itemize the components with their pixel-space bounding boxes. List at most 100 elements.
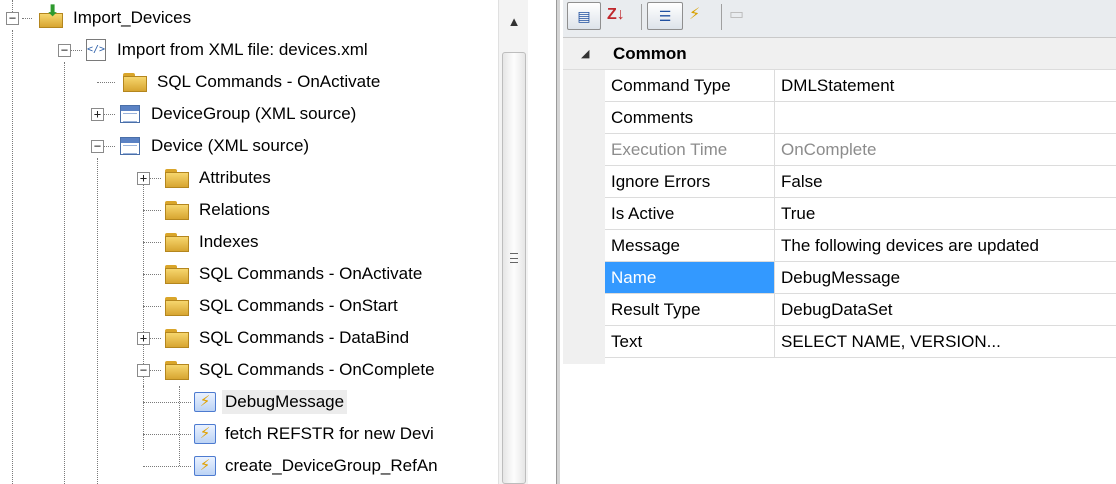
property-name: Ignore Errors xyxy=(605,166,775,197)
folder-icon xyxy=(122,71,148,93)
sort-alphabetical-icon[interactable]: Z↓ xyxy=(607,0,625,30)
tree-item-label: DebugMessage xyxy=(222,390,348,414)
tree-connector xyxy=(97,158,98,484)
categorized-view-button[interactable]: ▤ xyxy=(567,2,601,30)
tree-item-label: Import from XML file: devices.xml xyxy=(117,40,368,59)
tree-connector xyxy=(143,386,144,450)
category-label: Common xyxy=(613,44,687,63)
folder-icon xyxy=(164,359,190,381)
sql-command-icon: ⚡ xyxy=(194,456,216,476)
property-row[interactable]: Execution Time OnComplete xyxy=(605,134,1116,166)
tree-item-indexes[interactable]: Indexes xyxy=(164,226,262,258)
table-icon xyxy=(120,105,140,123)
xml-file-icon: </> xyxy=(86,39,106,61)
collapse-toggle[interactable]: − xyxy=(58,44,71,57)
scrollbar-thumb[interactable] xyxy=(502,52,526,484)
property-value[interactable]: DebugMessage xyxy=(776,262,1116,293)
property-grid-margin xyxy=(563,38,605,364)
tree-item-label: SQL Commands - OnActivate xyxy=(199,264,423,283)
property-name: Is Active xyxy=(605,198,775,229)
property-name: Text xyxy=(605,326,775,357)
property-name: Result Type xyxy=(605,294,775,325)
tree-item-label: create_DeviceGroup_RefAn xyxy=(225,456,438,475)
tree-connector xyxy=(143,210,161,211)
tree-item-attributes[interactable]: Attributes xyxy=(164,162,274,194)
property-value[interactable]: SELECT NAME, VERSION... xyxy=(776,326,1116,357)
tree-item-sql-databind[interactable]: SQL Commands - DataBind xyxy=(164,322,412,354)
property-value[interactable] xyxy=(776,102,1116,133)
folder-icon xyxy=(164,295,190,317)
tree-item-device[interactable]: Device (XML source) xyxy=(118,130,312,162)
tree-connector xyxy=(143,306,161,307)
expand-toggle[interactable]: + xyxy=(137,172,150,185)
property-row[interactable]: Result Type DebugDataSet xyxy=(605,294,1116,326)
toolbar-separator xyxy=(641,4,642,30)
property-row[interactable]: Is Active True xyxy=(605,198,1116,230)
property-grid-empty-area xyxy=(563,364,1116,484)
scroll-up-arrow-icon[interactable]: ▲ xyxy=(499,0,529,44)
collapse-triangle-icon[interactable]: ◢ xyxy=(581,38,589,70)
tree-scrollbar[interactable]: ▲ xyxy=(498,0,528,484)
property-pages-icon[interactable]: ▭ xyxy=(729,0,744,30)
property-row[interactable]: Ignore Errors False xyxy=(605,166,1116,198)
property-row[interactable]: Message The following devices are update… xyxy=(605,230,1116,262)
collapse-toggle[interactable]: − xyxy=(91,140,104,153)
tree-connector xyxy=(143,242,161,243)
tree-item-label: Device (XML source) xyxy=(151,136,310,155)
property-value[interactable]: The following devices are updated xyxy=(776,230,1116,261)
tree-item-relations[interactable]: Relations xyxy=(164,194,273,226)
property-row[interactable]: Comments xyxy=(605,102,1116,134)
folder-icon xyxy=(164,199,190,221)
tree-connector xyxy=(64,62,65,484)
tree-view[interactable]: − − + − + + − ⬇ Import_Devices </> Impor… xyxy=(0,0,496,484)
tree-item-debugmessage[interactable]: ⚡ DebugMessage xyxy=(192,386,348,418)
tree-connector xyxy=(143,402,191,403)
folder-icon xyxy=(164,167,190,189)
tree-item-label: DeviceGroup (XML source) xyxy=(151,104,357,123)
tree-item-label: Attributes xyxy=(199,168,271,187)
sql-command-icon: ⚡ xyxy=(194,424,216,444)
events-lightning-icon[interactable]: ⚡ xyxy=(689,0,700,30)
tree-item-label: Relations xyxy=(199,200,270,219)
tree-connector xyxy=(143,274,161,275)
property-value[interactable]: DebugDataSet xyxy=(776,294,1116,325)
import-folder-icon: ⬇ xyxy=(38,4,64,29)
tree-connector xyxy=(179,386,180,466)
category-row[interactable]: ◢ Common xyxy=(563,38,1116,70)
collapse-toggle[interactable]: − xyxy=(137,364,150,377)
tree-connector xyxy=(143,466,191,467)
tree-item-sql-onactivate[interactable]: SQL Commands - OnActivate xyxy=(122,66,383,98)
tree-item-sql-oncomplete[interactable]: SQL Commands - OnComplete xyxy=(164,354,438,386)
property-row[interactable]: Text SELECT NAME, VERSION... xyxy=(605,326,1116,358)
property-toolbar: ▤ Z↓ ☰ ⚡ ▭ xyxy=(563,0,1116,38)
tree-item-fetch-refstr[interactable]: ⚡ fetch REFSTR for new Devi xyxy=(192,418,437,450)
property-value[interactable]: True xyxy=(776,198,1116,229)
toolbar-separator xyxy=(721,4,722,30)
property-grid-panel: ▤ Z↓ ☰ ⚡ ▭ ◢ Common Command Type DMLStat… xyxy=(563,0,1116,484)
property-value[interactable]: False xyxy=(776,166,1116,197)
expand-toggle[interactable]: + xyxy=(137,332,150,345)
tree-item-sql-onstart[interactable]: SQL Commands - OnStart xyxy=(164,290,401,322)
tree-item-create-devicegroup[interactable]: ⚡ create_DeviceGroup_RefAn xyxy=(192,450,441,482)
tree-item-xml-import[interactable]: </> Import from XML file: devices.xml xyxy=(86,34,371,66)
property-name: Execution Time xyxy=(605,134,775,165)
folder-icon xyxy=(164,327,190,349)
tree-item-label: fetch REFSTR for new Devi xyxy=(225,424,434,443)
tree-connector xyxy=(22,18,32,19)
table-icon xyxy=(120,137,140,155)
tree-item-device-sql-onactivate[interactable]: SQL Commands - OnActivate xyxy=(164,258,425,290)
property-row-selected[interactable]: Name DebugMessage xyxy=(605,262,1116,294)
expand-toggle[interactable]: + xyxy=(91,108,104,121)
property-name: Comments xyxy=(605,102,775,133)
sql-command-icon: ⚡ xyxy=(194,392,216,412)
panel-splitter[interactable] xyxy=(528,0,562,484)
tree-item-import-devices[interactable]: ⬇ Import_Devices xyxy=(38,2,194,34)
tree-item-label: SQL Commands - OnComplete xyxy=(199,360,435,379)
property-row[interactable]: Command Type DMLStatement xyxy=(605,70,1116,102)
property-value[interactable]: DMLStatement xyxy=(776,70,1116,101)
collapse-toggle[interactable]: − xyxy=(6,12,19,25)
property-name: Command Type xyxy=(605,70,775,101)
property-pages-button[interactable]: ☰ xyxy=(647,2,683,30)
tree-item-devicegroup[interactable]: DeviceGroup (XML source) xyxy=(118,98,359,130)
property-name: Message xyxy=(605,230,775,261)
